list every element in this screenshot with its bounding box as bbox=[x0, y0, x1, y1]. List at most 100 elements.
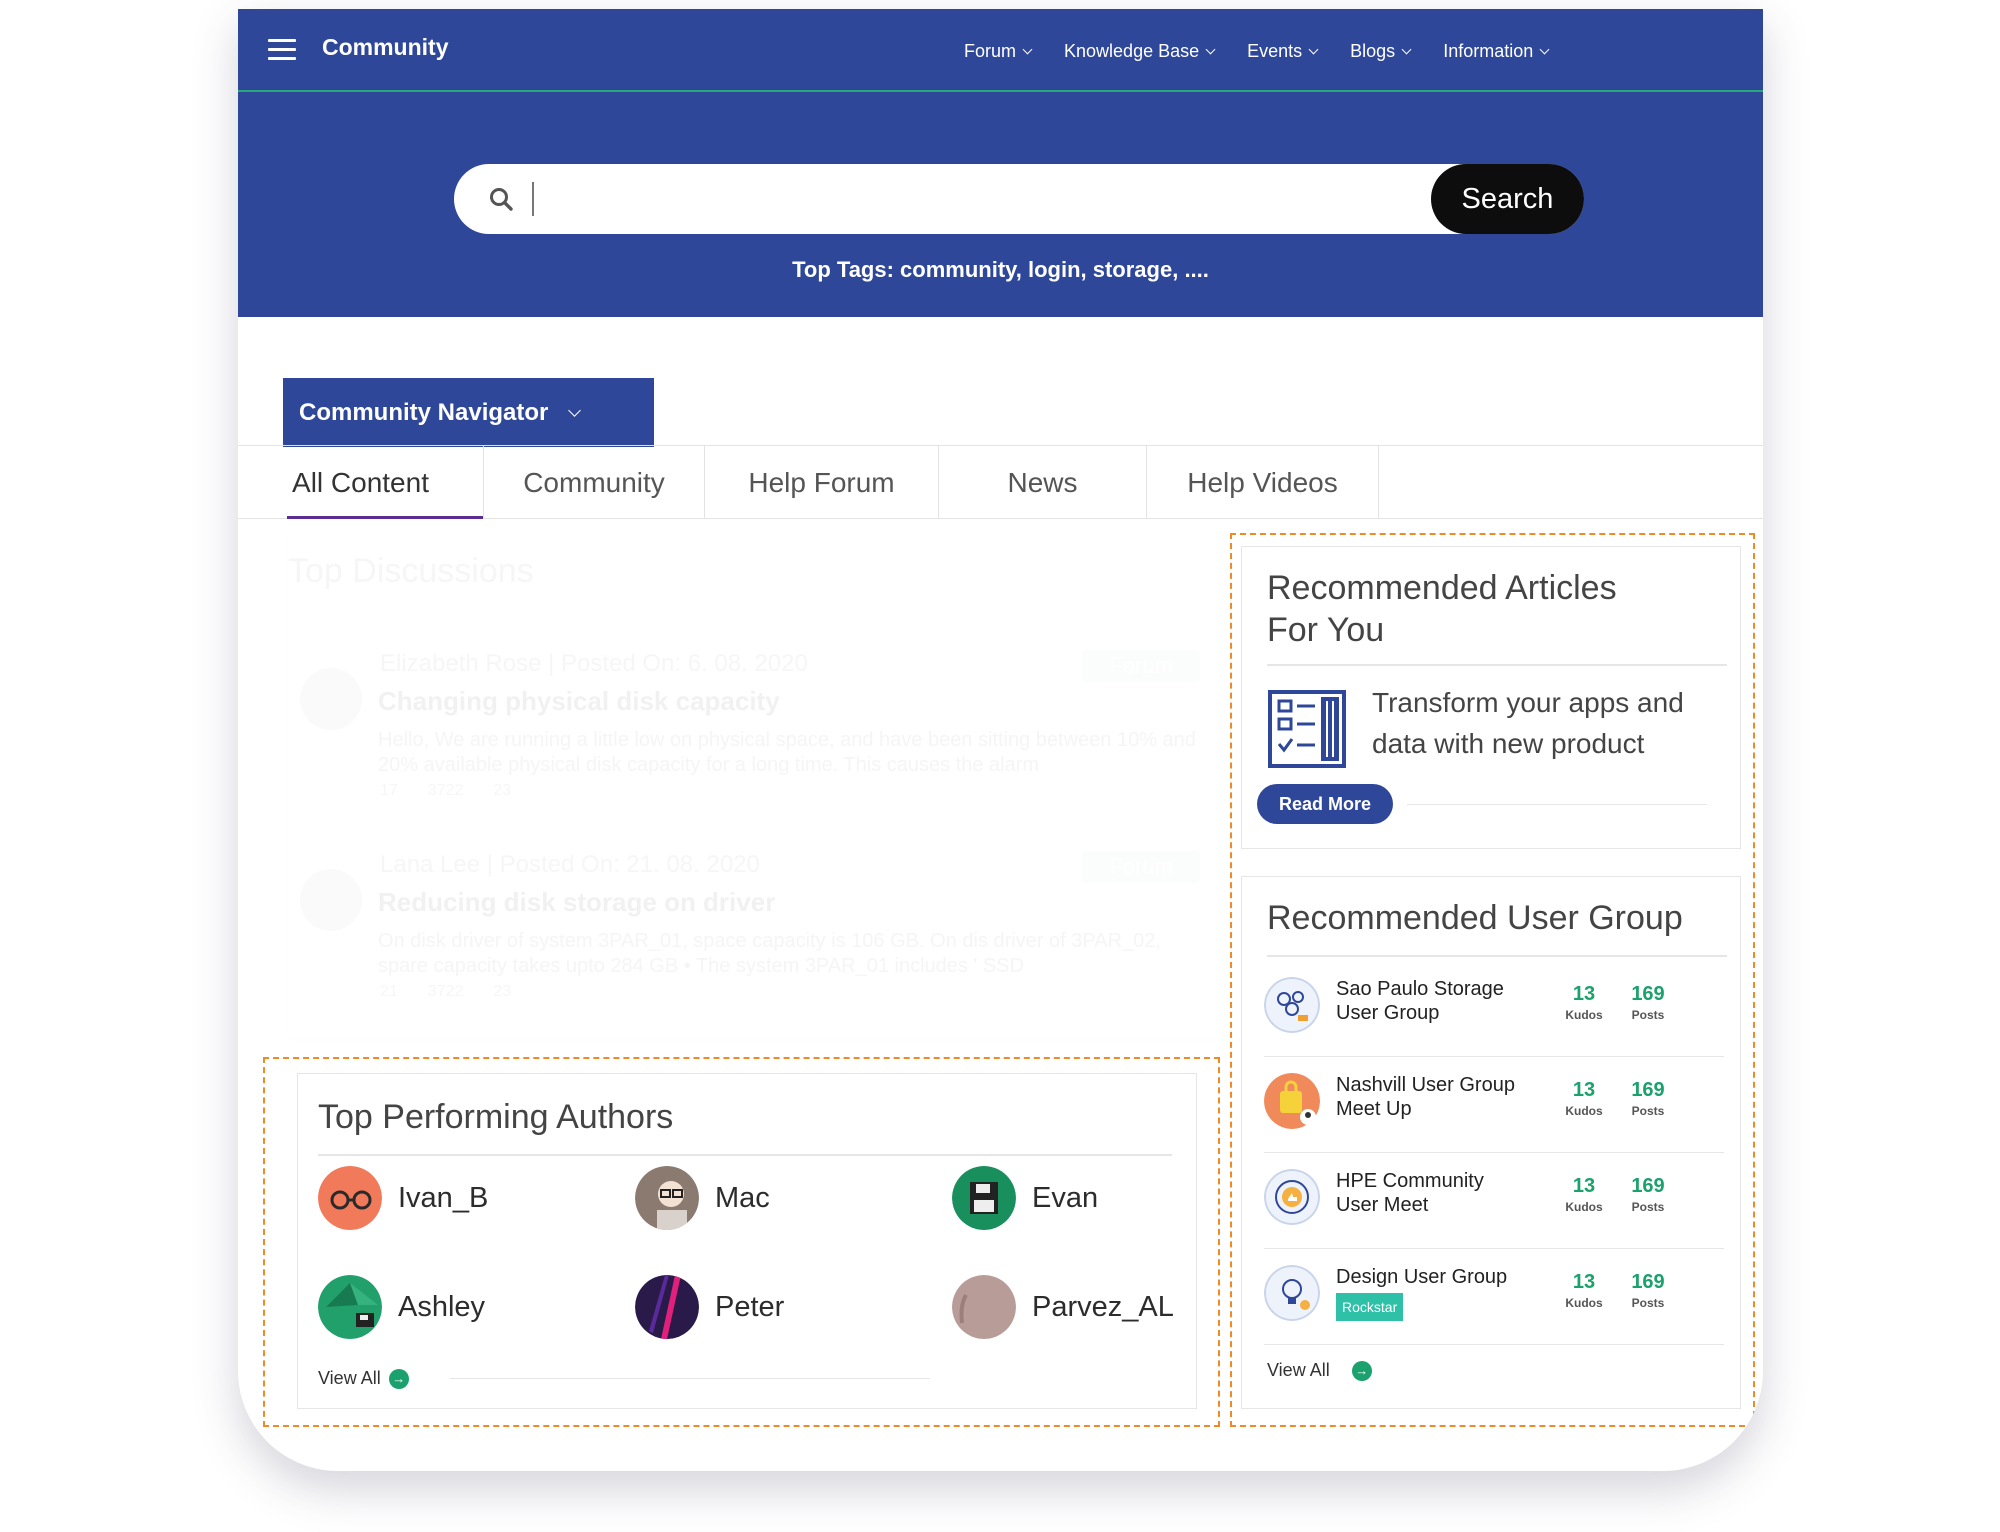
group-name-line: User Meet bbox=[1336, 1194, 1429, 1216]
group-name-line: Design User Group bbox=[1336, 1266, 1508, 1288]
author-item[interactable]: Ivan_B bbox=[318, 1166, 488, 1230]
post-title[interactable]: Reducing disk storage on driver bbox=[378, 887, 775, 918]
group-name-line: Meet Up bbox=[1336, 1098, 1412, 1120]
recommended-groups-title: Recommended User Group bbox=[1267, 899, 1683, 937]
likes-count: 21 bbox=[380, 983, 398, 1000]
author-name: Parvez_AL bbox=[1032, 1290, 1174, 1323]
group-name-line: User Group bbox=[1336, 1002, 1440, 1024]
posts-label: Posts bbox=[1631, 1296, 1665, 1310]
views-count: 3722 bbox=[427, 983, 464, 1000]
menu-forum[interactable]: Forum bbox=[964, 41, 1033, 62]
avatar bbox=[300, 668, 362, 730]
group-name: Design User Group Rockstar bbox=[1336, 1265, 1546, 1321]
divider bbox=[1267, 955, 1727, 957]
menu-events[interactable]: Events bbox=[1247, 41, 1319, 62]
top-discussions-panel: Top Discussions Elizabeth Rose | Posted … bbox=[288, 530, 1221, 1038]
arrow-right-icon: → bbox=[1351, 1360, 1372, 1381]
top-authors-title: Top Performing Authors bbox=[318, 1098, 674, 1136]
posts-count: 169 bbox=[1631, 1271, 1665, 1293]
avatar bbox=[952, 1166, 1016, 1230]
teaser-line: Transform your apps and bbox=[1372, 687, 1684, 718]
kudos-stat: 13 Kudos bbox=[1554, 983, 1614, 1022]
author-item[interactable]: Peter bbox=[635, 1275, 784, 1339]
group-row[interactable]: Nashvill User Group Meet Up 13 Kudos 169 Po… bbox=[1264, 1057, 1724, 1153]
replies-count: 23 bbox=[493, 983, 512, 1000]
kudos-count: 13 bbox=[1572, 1175, 1596, 1197]
chevron-down-icon bbox=[568, 404, 582, 417]
author-item[interactable]: Ashley bbox=[318, 1275, 485, 1339]
top-tags[interactable]: Top Tags: community, login, storage, ...… bbox=[238, 257, 1763, 283]
posts-count: 169 bbox=[1631, 983, 1665, 1005]
avatar bbox=[952, 1275, 1016, 1339]
kudos-stat: 13 Kudos bbox=[1554, 1079, 1614, 1118]
posts-label: Posts bbox=[1631, 1200, 1665, 1214]
kudos-count: 13 bbox=[1572, 1271, 1596, 1293]
authors-view-all-link[interactable]: View All → bbox=[318, 1368, 409, 1389]
divider bbox=[450, 1378, 930, 1379]
group-row[interactable]: HPE Community User Meet 13 Kudos 169 Posts bbox=[1264, 1153, 1724, 1249]
posts-stat: 169 Posts bbox=[1618, 1175, 1678, 1214]
post-meta: Elizabeth Rose | Posted On: 6. 08. 2020 bbox=[380, 650, 808, 677]
post-title[interactable]: Changing physical disk capacity bbox=[378, 686, 780, 717]
discussion-post[interactable]: Lana Lee | Posted On: 21. 08. 2020 Forum… bbox=[300, 851, 1200, 1031]
post-body: Hello, We are running a little low on ph… bbox=[378, 729, 1196, 776]
group-thumbs-up-icon bbox=[1264, 1169, 1320, 1225]
title-line: For You bbox=[1267, 611, 1385, 649]
tab-help-forum[interactable]: Help Forum bbox=[705, 446, 939, 519]
author-name: Ashley bbox=[398, 1290, 486, 1323]
rockstar-badge: Rockstar bbox=[1336, 1293, 1404, 1321]
group-network-icon bbox=[1264, 977, 1320, 1033]
article-teaser[interactable]: Transform your apps and data with new pro… bbox=[1372, 682, 1732, 764]
active-tab-indicator bbox=[287, 516, 483, 519]
tab-help-videos[interactable]: Help Videos bbox=[1147, 446, 1379, 519]
posts-label: Posts bbox=[1631, 1104, 1665, 1118]
read-more-button[interactable]: Read More bbox=[1257, 784, 1393, 824]
brand-title[interactable]: Community bbox=[322, 34, 449, 61]
post-tag[interactable]: Forum bbox=[1082, 650, 1200, 682]
group-row[interactable]: Design User Group Rockstar 13 Kudos 169 Pos… bbox=[1264, 1249, 1724, 1345]
title-line: Recommended Articles bbox=[1267, 569, 1617, 607]
avatar bbox=[318, 1275, 382, 1339]
menu-information-label: Information bbox=[1443, 41, 1534, 61]
groups-view-all-link[interactable]: View All → bbox=[1267, 1360, 1372, 1381]
kudos-label: Kudos bbox=[1565, 1296, 1603, 1310]
community-page: Community Forum Knowledge Base Events Bl… bbox=[238, 9, 1763, 1471]
hamburger-menu-icon[interactable] bbox=[268, 39, 296, 61]
author-name: Mac bbox=[715, 1181, 770, 1214]
kudos-stat: 13 Kudos bbox=[1554, 1175, 1614, 1214]
chevron-down-icon bbox=[1022, 44, 1033, 55]
post-tag[interactable]: Forum bbox=[1082, 851, 1200, 883]
posts-count: 169 bbox=[1631, 1079, 1665, 1101]
tab-news[interactable]: News bbox=[939, 446, 1147, 519]
tab-community[interactable]: Community bbox=[484, 446, 705, 519]
divider bbox=[1264, 1344, 1724, 1345]
divider bbox=[318, 1154, 1172, 1156]
author-item[interactable]: Parvez_AL bbox=[952, 1275, 1174, 1339]
kudos-count: 13 bbox=[1572, 983, 1596, 1005]
author-item[interactable]: Mac bbox=[635, 1166, 770, 1230]
divider bbox=[1407, 804, 1707, 805]
post-body: On disk driver of system 3PAR_01, space … bbox=[378, 930, 1161, 977]
menu-knowledge-base[interactable]: Knowledge Base bbox=[1064, 41, 1216, 62]
author-name: Ivan_B bbox=[398, 1181, 489, 1214]
avatar bbox=[318, 1166, 382, 1230]
search-input[interactable] bbox=[532, 182, 534, 216]
menu-knowledge-base-label: Knowledge Base bbox=[1064, 41, 1200, 61]
group-row[interactable]: Sao Paulo Storage User Group 13 Kudos 169 P… bbox=[1264, 961, 1724, 1057]
recommended-groups-card: Recommended User Group Sao Paulo Storage… bbox=[1241, 876, 1741, 1409]
top-authors-card: Top Performing Authors Ivan_B Mac Evan A… bbox=[297, 1073, 1197, 1409]
search-button[interactable]: Search bbox=[1431, 164, 1584, 234]
views-count: 3722 bbox=[427, 782, 464, 799]
kudos-stat: 13 Kudos bbox=[1554, 1271, 1614, 1310]
menu-forum-label: Forum bbox=[964, 41, 1017, 61]
recommended-articles-card: Recommended Articles For You Transform yo… bbox=[1241, 546, 1741, 849]
chevron-down-icon bbox=[1401, 44, 1412, 55]
tab-all-content[interactable]: All Content bbox=[238, 446, 484, 519]
author-name: Evan bbox=[1032, 1181, 1099, 1214]
discussion-post[interactable]: Elizabeth Rose | Posted On: 6. 08. 2020 … bbox=[300, 650, 1200, 830]
menu-blogs[interactable]: Blogs bbox=[1350, 41, 1412, 62]
kudos-label: Kudos bbox=[1565, 1008, 1603, 1022]
author-item[interactable]: Evan bbox=[952, 1166, 1098, 1230]
community-navigator-dropdown[interactable]: Community Navigator bbox=[283, 378, 654, 447]
menu-information[interactable]: Information bbox=[1443, 41, 1550, 62]
